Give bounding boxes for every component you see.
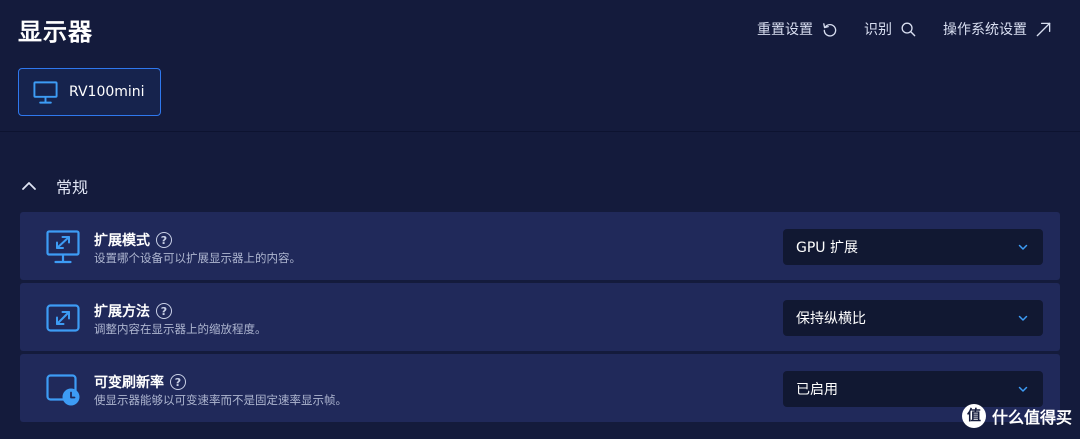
watermark: 值 什么值得买 <box>961 404 1072 428</box>
extend-method-dropdown[interactable]: 保持纵横比 <box>783 300 1043 336</box>
reset-settings-label: 重置设置 <box>757 22 813 38</box>
setting-row-variable-refresh-rate: 可变刷新率 ? 使显示器能够以可变速率而不是固定速率显示帧。 已启用 <box>20 354 1060 422</box>
refresh-clock-icon <box>46 374 80 406</box>
dropdown-value: GPU 扩展 <box>796 240 858 256</box>
setting-title-text: 扩展模式 <box>94 233 150 249</box>
reset-icon <box>823 22 837 37</box>
chevron-up-icon <box>22 182 36 190</box>
device-tab-label: RV100mini <box>69 84 145 100</box>
header-actions: 重置设置 识别 操作系统设置 <box>731 19 1052 39</box>
setting-title-text: 可变刷新率 <box>94 375 164 391</box>
setting-description: 使显示器能够以可变速率而不是固定速率显示帧。 <box>94 393 347 407</box>
identify-label: 识别 <box>864 22 892 38</box>
setting-title-text: 扩展方法 <box>94 304 150 320</box>
help-icon[interactable]: ? <box>170 374 186 390</box>
setting-title: 扩展方法 ? <box>94 301 172 321</box>
chevron-down-icon <box>1018 386 1028 392</box>
identify-button[interactable]: 识别 <box>864 19 917 39</box>
monitor-expand-icon <box>46 230 80 264</box>
setting-title: 扩展模式 ? <box>94 230 172 250</box>
reset-settings-button[interactable]: 重置设置 <box>757 19 838 39</box>
os-settings-button[interactable]: 操作系统设置 <box>943 19 1052 39</box>
watermark-logo: 值 <box>961 404 986 428</box>
chevron-down-icon <box>1018 315 1028 321</box>
dropdown-value: 保持纵横比 <box>796 311 866 327</box>
setting-row-extend-method: 扩展方法 ? 调整内容在显示器上的缩放程度。 保持纵横比 <box>20 283 1060 351</box>
section-general-toggle[interactable]: 常规 <box>20 174 88 198</box>
dropdown-value: 已启用 <box>796 382 838 398</box>
section-title: 常规 <box>56 178 89 197</box>
display-settings-page: 显示器 重置设置 识别 操作系统设置 RV100mini 常规 扩展模式 ? 设… <box>0 0 1080 439</box>
external-arrow-icon <box>1036 22 1051 36</box>
device-tab-rv100mini[interactable]: RV100mini <box>18 68 161 116</box>
help-icon[interactable]: ? <box>156 232 172 248</box>
watermark-logo-text: 值 <box>966 408 981 424</box>
os-settings-label: 操作系统设置 <box>943 22 1027 38</box>
help-icon[interactable]: ? <box>156 303 172 319</box>
setting-row-extend-mode: 扩展模式 ? 设置哪个设备可以扩展显示器上的内容。 GPU 扩展 <box>20 212 1060 280</box>
expand-arrows-icon <box>46 304 80 332</box>
page-title: 显示器 <box>18 18 93 46</box>
variable-refresh-rate-dropdown[interactable]: 已启用 <box>783 371 1043 407</box>
header: 显示器 重置设置 识别 操作系统设置 RV100mini <box>0 0 1080 132</box>
setting-description: 设置哪个设备可以扩展显示器上的内容。 <box>94 251 301 265</box>
monitor-icon <box>33 80 58 104</box>
chevron-down-icon <box>1018 244 1028 250</box>
setting-description: 调整内容在显示器上的缩放程度。 <box>94 322 267 336</box>
watermark-text: 什么值得买 <box>991 408 1072 427</box>
search-icon <box>901 22 916 36</box>
setting-title: 可变刷新率 ? <box>94 372 186 392</box>
extend-mode-dropdown[interactable]: GPU 扩展 <box>783 229 1043 265</box>
